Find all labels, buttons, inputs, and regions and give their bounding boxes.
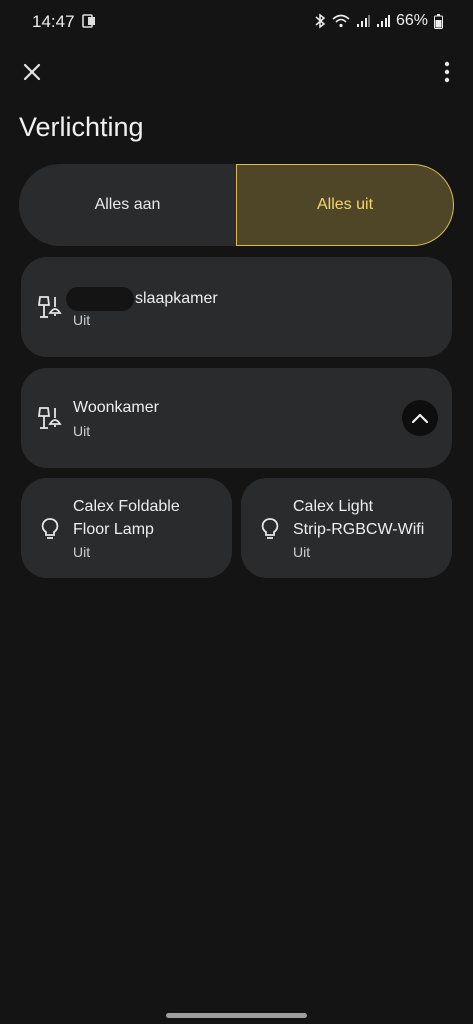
all-lights-toggle: Alles aan Alles uit [19,164,454,246]
device-status: Uit [73,544,91,560]
device-tile-light-strip[interactable]: Calex Light Strip-RGBCW-Wifi Uit [241,478,452,578]
lamp-group-icon [37,407,62,429]
notification-icon [82,14,95,28]
group-status: Uit [73,423,91,439]
device-name-line2: Strip-RGBCW-Wifi [293,521,425,538]
chevron-up-icon [411,413,429,424]
more-options-icon[interactable] [443,60,451,84]
top-app-bar [0,52,473,92]
device-status: Uit [293,544,311,560]
group-card-woonkamer[interactable]: Woonkamer Uit [21,368,452,468]
group-name: slaapkamer [135,290,218,307]
gesture-nav-handle[interactable] [166,1013,307,1018]
battery-icon [434,13,443,29]
redacted-name [66,287,134,311]
battery-percentage: 66% [395,12,428,29]
device-name-line2: Floor Lamp [73,521,154,538]
page-title: Verlichting [19,112,144,142]
device-name-line1: Calex Foldable [73,498,180,515]
group-name: Woonkamer [73,399,159,416]
close-icon[interactable] [20,60,44,84]
bluetooth-icon [315,13,326,29]
wifi-icon [332,14,350,28]
signal-icon [376,15,390,27]
status-time: 14:47 [32,12,75,31]
status-bar: 14:47 66% [0,0,473,44]
group-status: Uit [73,312,91,328]
lamp-group-icon [37,296,62,318]
all-off-button[interactable]: Alles uit [236,164,454,246]
all-on-button[interactable]: Alles aan [19,164,236,246]
bulb-icon [261,518,279,539]
signal-icon [356,15,370,27]
status-icons: 66% [314,12,443,30]
group-card-slaapkamer[interactable]: slaapkamer Uit [21,257,452,357]
device-name-line1: Calex Light [293,498,374,515]
bulb-icon [41,518,59,539]
device-tile-floor-lamp[interactable]: Calex Foldable Floor Lamp Uit [21,478,232,578]
collapse-group-button[interactable] [402,400,438,436]
